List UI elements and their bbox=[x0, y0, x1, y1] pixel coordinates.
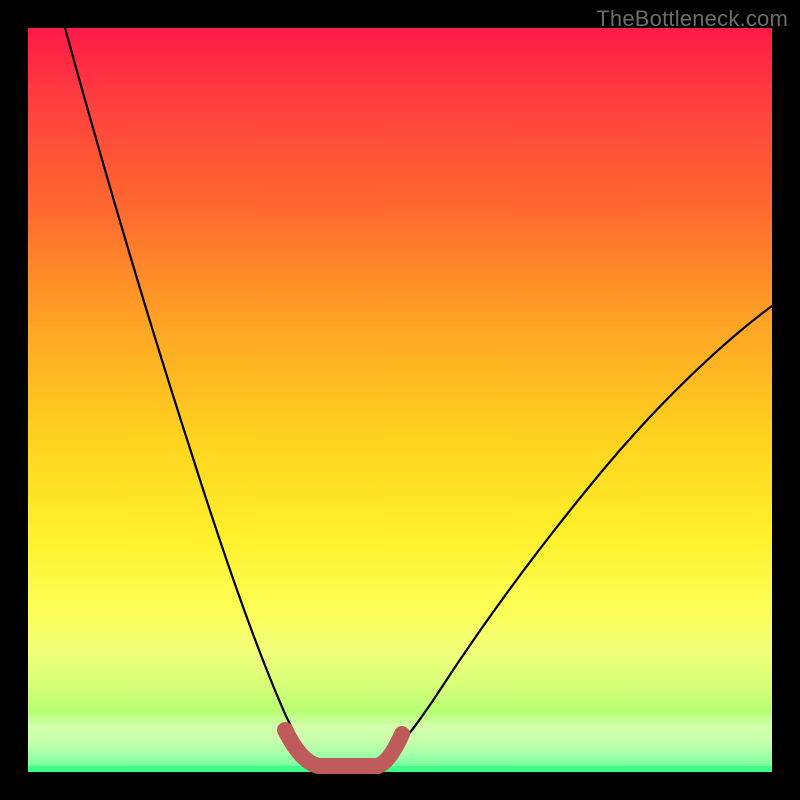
bottleneck-curve-right bbox=[378, 306, 772, 766]
valley-highlight bbox=[285, 730, 402, 766]
chart-frame: TheBottleneck.com bbox=[0, 0, 800, 800]
bottleneck-curve-left bbox=[65, 28, 318, 766]
curve-layer bbox=[28, 28, 772, 772]
watermark-text: TheBottleneck.com bbox=[596, 6, 788, 32]
plot-area bbox=[28, 28, 772, 772]
